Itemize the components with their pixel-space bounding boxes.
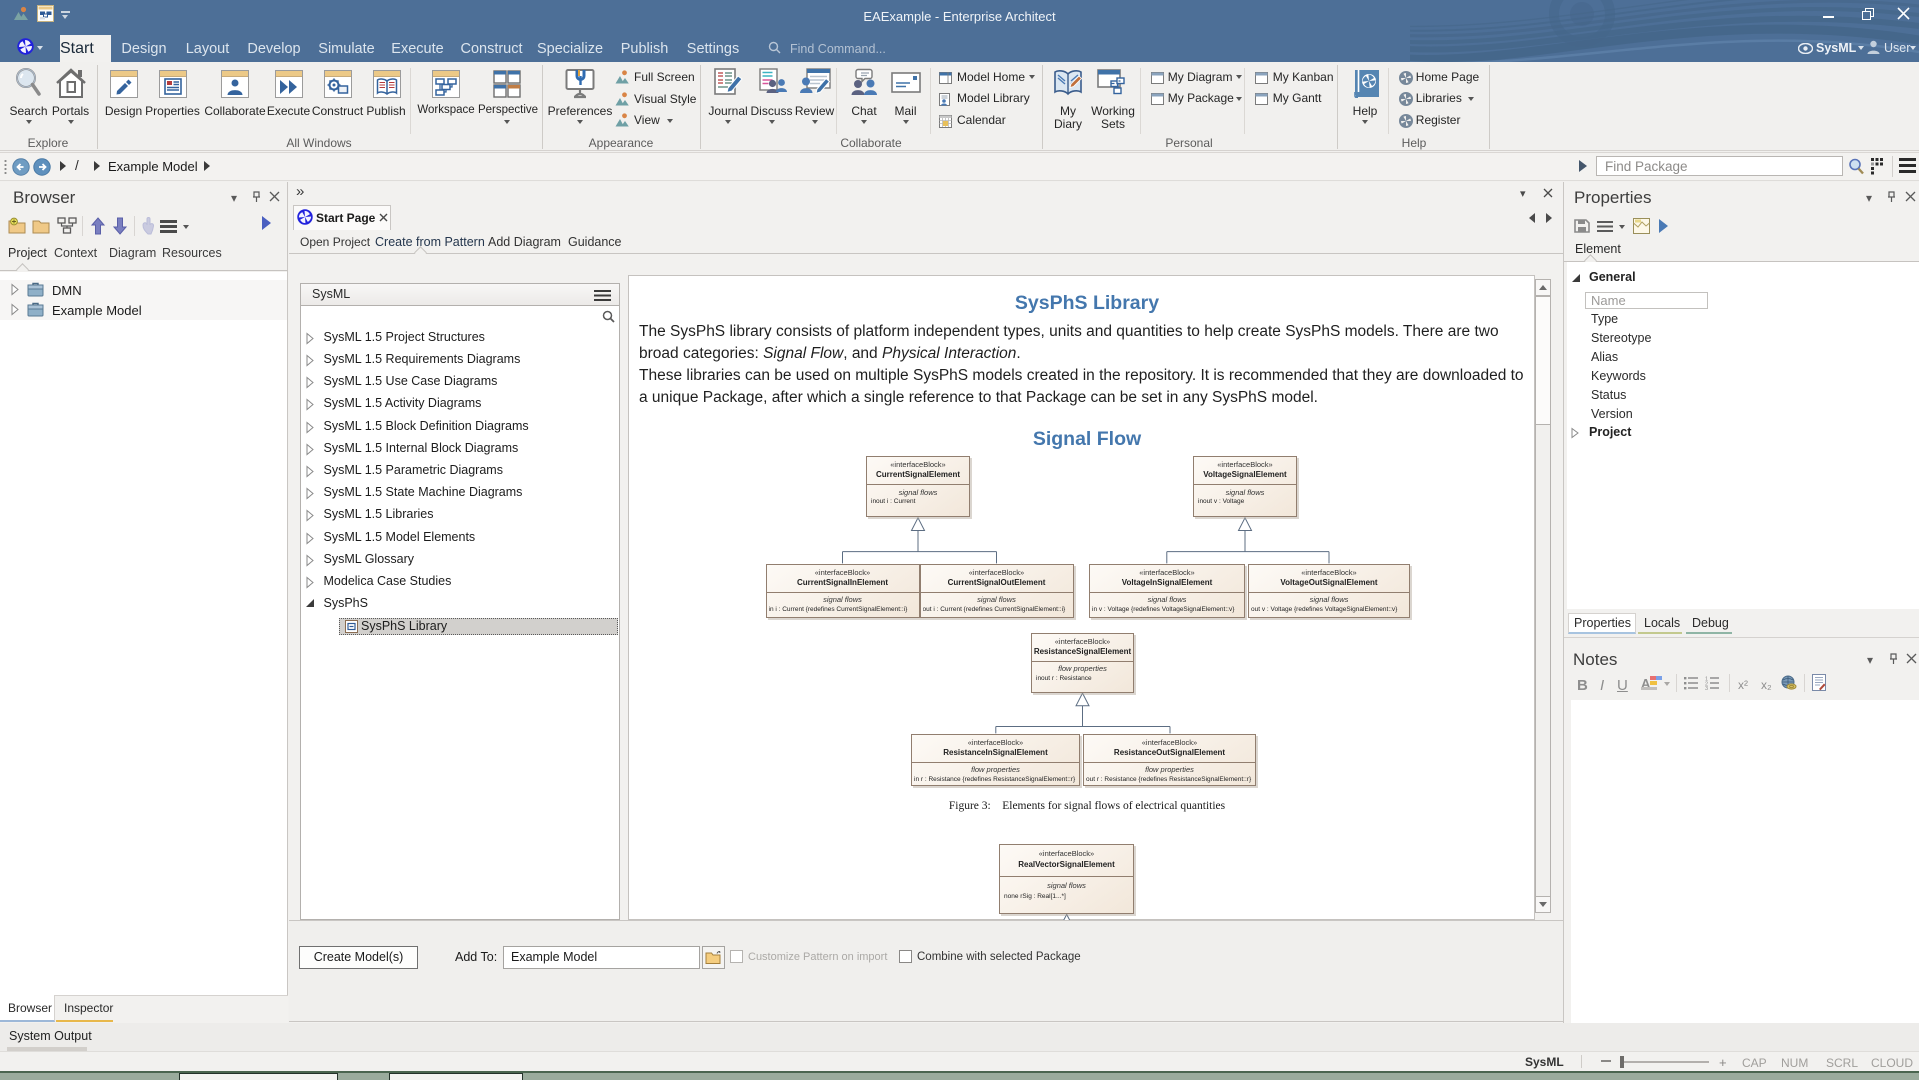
svg-text:3: 3 — [1705, 686, 1708, 690]
